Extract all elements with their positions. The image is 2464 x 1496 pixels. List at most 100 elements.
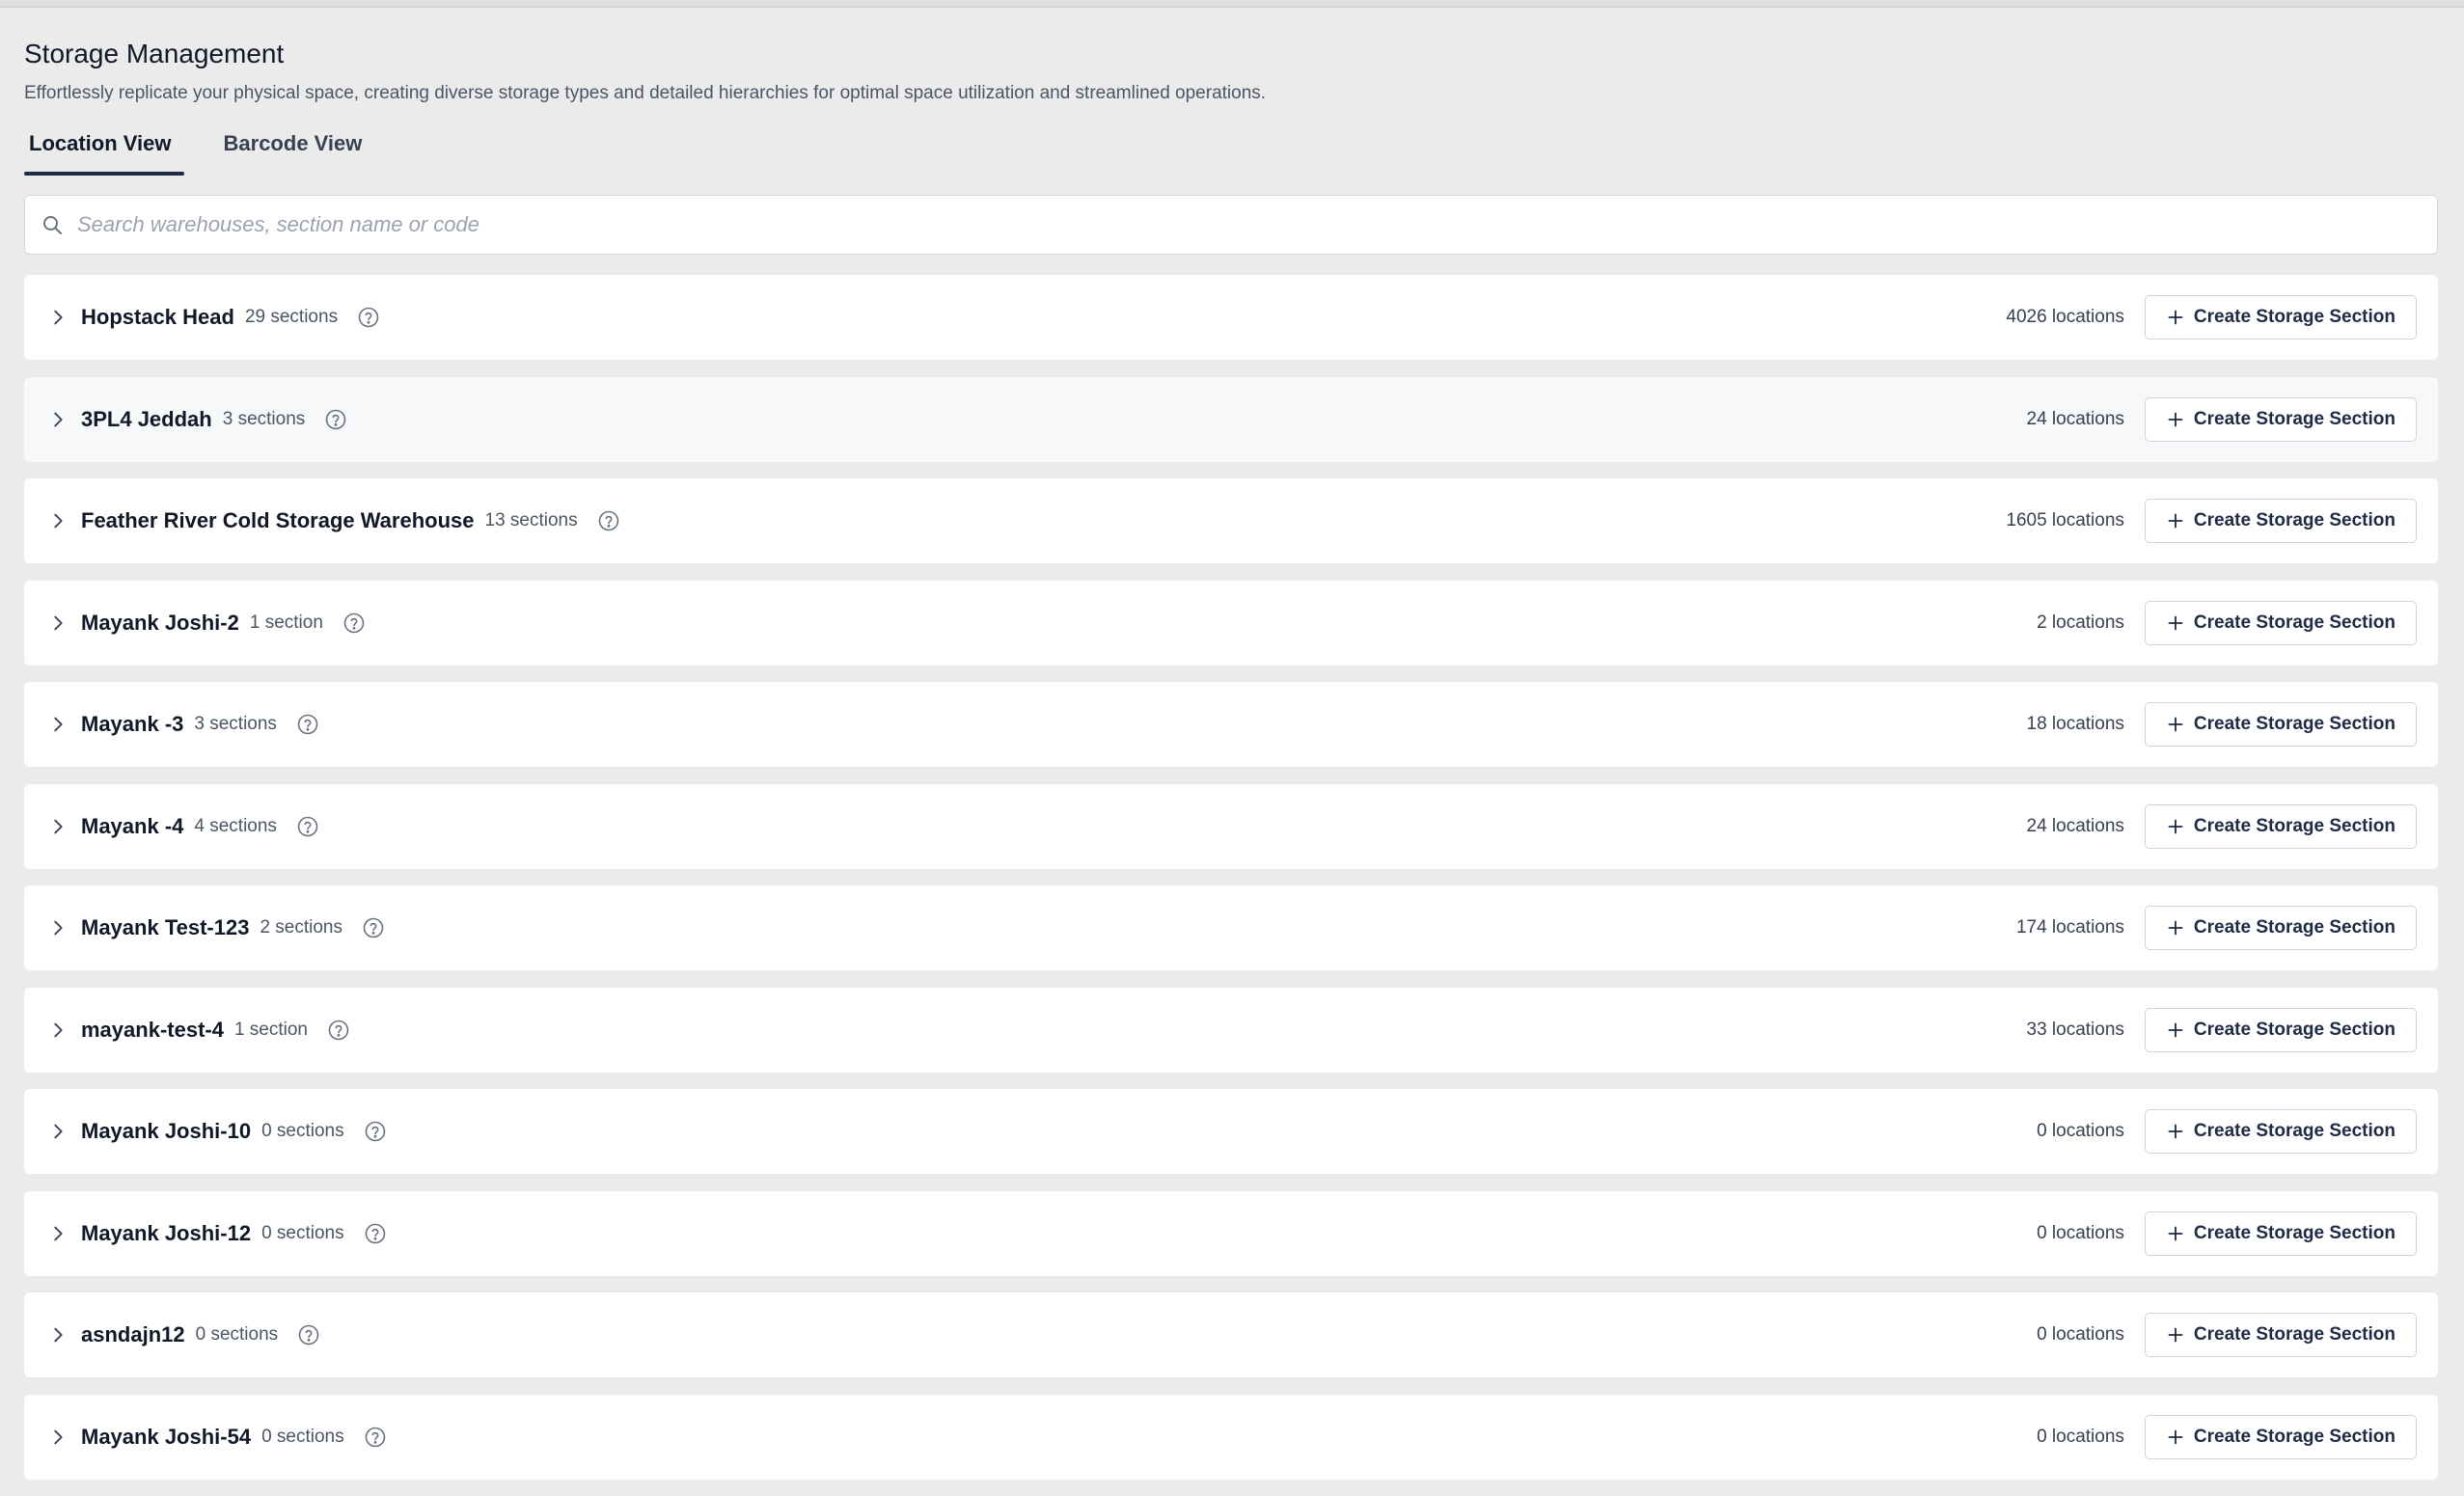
help-circle-icon[interactable] [296, 815, 319, 838]
warehouse-location-count: 4026 locations [2006, 307, 2124, 327]
warehouse-section-count: 13 sections [484, 510, 578, 530]
help-circle-icon[interactable] [362, 916, 385, 939]
help-circle-icon[interactable] [364, 1222, 387, 1245]
warehouse-section-count: 0 sections [261, 1222, 344, 1243]
create-storage-section-button[interactable]: Create Storage Section [2144, 1313, 2417, 1357]
chevron-right-icon[interactable] [47, 510, 68, 531]
storage-management-page: Storage Management Effortlessly replicat… [24, 29, 2438, 1496]
chevron-right-icon[interactable] [47, 612, 68, 634]
warehouse-row[interactable]: asndajn12 0 sections 0 locations Create … [24, 1292, 2438, 1377]
top-divider [0, 0, 2464, 8]
plus-icon [2168, 310, 2183, 325]
create-storage-section-label: Create Storage Section [2193, 510, 2396, 530]
page-title: Storage Management [24, 39, 285, 68]
warehouse-location-count: 24 locations [2026, 815, 2124, 836]
warehouse-row[interactable]: 3PL4 Jeddah 3 sections 24 locations Crea… [24, 376, 2438, 462]
warehouse-name: Mayank Joshi-10 [81, 1119, 252, 1143]
plus-icon [2168, 819, 2183, 833]
create-storage-section-button[interactable]: Create Storage Section [2144, 1210, 2417, 1256]
help-circle-icon[interactable] [597, 509, 620, 532]
warehouse-location-count: 2 locations [2037, 612, 2124, 633]
chevron-right-icon[interactable] [47, 714, 68, 735]
warehouse-location-count: 0 locations [2037, 1222, 2124, 1243]
create-storage-section-button[interactable]: Create Storage Section [2144, 396, 2417, 442]
help-circle-icon[interactable] [324, 408, 347, 431]
warehouse-section-count: 29 sections [244, 307, 339, 327]
tab-barcode-view[interactable]: Barcode View [219, 123, 368, 176]
chevron-right-icon[interactable] [47, 1223, 68, 1244]
help-circle-icon[interactable] [364, 1426, 387, 1449]
warehouse-row[interactable]: Mayank -3 3 sections 18 locations Create… [24, 682, 2438, 767]
warehouse-location-count: 33 locations [2026, 1019, 2124, 1040]
help-circle-icon[interactable] [357, 306, 380, 329]
warehouse-row[interactable]: Feather River Cold Storage Warehouse 13 … [24, 478, 2438, 563]
warehouse-row[interactable]: Mayank -4 4 sections 24 locations Create… [24, 783, 2438, 869]
warehouse-section-count: 1 section [249, 612, 323, 633]
plus-icon [2168, 920, 2183, 936]
create-storage-section-label: Create Storage Section [2193, 408, 2396, 429]
help-circle-icon[interactable] [297, 1323, 320, 1346]
warehouse-row[interactable]: Hopstack Head 29 sections 4026 locations… [24, 275, 2438, 360]
create-storage-section-button[interactable]: Create Storage Section [2144, 295, 2417, 340]
warehouse-name: Feather River Cold Storage Warehouse [81, 508, 475, 532]
create-storage-section-button[interactable]: Create Storage Section [2144, 702, 2417, 747]
warehouse-section-count: 0 sections [261, 1426, 344, 1447]
plus-icon [2168, 1124, 2183, 1139]
create-storage-section-button[interactable]: Create Storage Section [2144, 803, 2417, 849]
warehouse-row[interactable]: Mayank Joshi-54 0 sections 0 locations C… [24, 1394, 2438, 1480]
chevron-right-icon[interactable] [47, 816, 68, 837]
warehouse-name: mayank-test-4 [81, 1017, 224, 1042]
create-storage-section-button[interactable]: Create Storage Section [2144, 1007, 2417, 1052]
warehouse-location-count: 0 locations [2037, 1426, 2124, 1447]
warehouse-section-count: 4 sections [194, 815, 277, 836]
warehouse-row[interactable]: Mayank Test-123 2 sections 174 locations… [24, 885, 2438, 970]
plus-icon [2168, 1022, 2183, 1037]
help-circle-icon[interactable] [327, 1019, 350, 1042]
chevron-right-icon[interactable] [47, 1427, 68, 1448]
create-storage-section-button[interactable]: Create Storage Section [2144, 1109, 2417, 1154]
warehouse-section-count: 2 sections [260, 917, 342, 938]
plus-icon [2168, 1429, 2183, 1444]
warehouse-location-count: 174 locations [2015, 917, 2124, 938]
create-storage-section-label: Create Storage Section [2193, 1222, 2396, 1243]
chevron-right-icon[interactable] [47, 1324, 68, 1346]
plus-icon [2168, 412, 2183, 426]
plus-icon [2168, 717, 2183, 732]
search-box[interactable] [24, 195, 2438, 255]
create-storage-section-label: Create Storage Section [2193, 917, 2396, 938]
create-storage-section-label: Create Storage Section [2193, 1426, 2396, 1447]
chevron-right-icon[interactable] [47, 307, 68, 328]
search-icon [43, 216, 62, 234]
create-storage-section-button[interactable]: Create Storage Section [2144, 906, 2417, 950]
warehouse-name: Mayank Joshi-54 [81, 1424, 252, 1449]
create-storage-section-label: Create Storage Section [2193, 1019, 2396, 1040]
warehouse-name: Mayank Test-123 [81, 915, 250, 939]
create-storage-section-button[interactable]: Create Storage Section [2144, 1414, 2417, 1459]
warehouse-row[interactable]: Mayank Joshi-12 0 sections 0 locations C… [24, 1190, 2438, 1276]
create-storage-section-button[interactable]: Create Storage Section [2144, 499, 2417, 543]
help-circle-icon[interactable] [296, 713, 319, 736]
help-circle-icon[interactable] [342, 612, 366, 635]
help-circle-icon[interactable] [364, 1120, 387, 1143]
tab-location-view[interactable]: Location View [24, 123, 184, 176]
create-storage-section-label: Create Storage Section [2193, 612, 2396, 633]
warehouse-location-count: 1605 locations [2006, 510, 2124, 530]
plus-icon [2168, 1226, 2183, 1240]
create-storage-section-label: Create Storage Section [2193, 307, 2396, 327]
chevron-right-icon[interactable] [47, 1020, 68, 1041]
warehouse-name: Mayank Joshi-2 [81, 610, 239, 635]
chevron-right-icon[interactable] [47, 409, 68, 430]
plus-icon [2168, 1327, 2183, 1343]
warehouse-section-count: 3 sections [194, 714, 277, 734]
warehouse-row[interactable]: Mayank Joshi-10 0 sections 0 locations C… [24, 1089, 2438, 1174]
chevron-right-icon[interactable] [47, 917, 68, 938]
page-description: Effortlessly replicate your physical spa… [24, 83, 1267, 103]
warehouse-location-count: 24 locations [2026, 408, 2124, 429]
warehouse-section-count: 0 sections [261, 1121, 344, 1141]
warehouse-row[interactable]: mayank-test-4 1 section 33 locations Cre… [24, 987, 2438, 1073]
warehouse-row[interactable]: Mayank Joshi-2 1 section 2 locations Cre… [24, 580, 2438, 666]
warehouse-name: Mayank Joshi-12 [81, 1220, 252, 1245]
search-input[interactable] [75, 211, 2437, 238]
create-storage-section-button[interactable]: Create Storage Section [2144, 600, 2417, 645]
chevron-right-icon[interactable] [47, 1121, 68, 1142]
